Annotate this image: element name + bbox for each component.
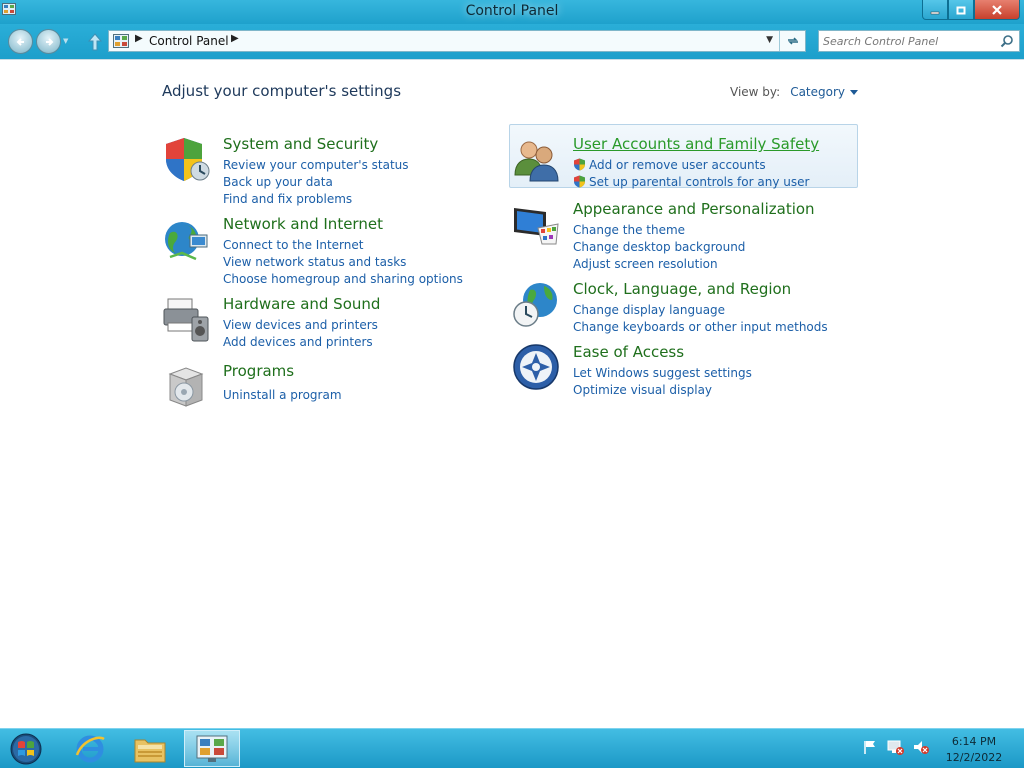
link-keyboards-input[interactable]: Change keyboards or other input methods — [573, 319, 828, 336]
action-center-flag-icon[interactable] — [862, 739, 878, 755]
title-bar[interactable]: Control Panel — [0, 0, 1024, 24]
link-homegroup-sharing[interactable]: Choose homegroup and sharing options — [223, 271, 463, 288]
window-title: Control Panel — [465, 3, 559, 19]
close-icon — [992, 4, 1002, 15]
category-title[interactable]: System and Security — [223, 135, 378, 153]
category-title[interactable]: Ease of Access — [573, 343, 684, 361]
restore-icon — [956, 6, 966, 14]
category-links: Change the theme Change desktop backgrou… — [573, 222, 745, 273]
start-orb-icon[interactable] — [4, 731, 48, 767]
back-arrow-icon — [16, 37, 24, 46]
close-button[interactable] — [974, 0, 1020, 20]
file-explorer-icon — [134, 739, 166, 762]
breadcrumb-arrow-icon[interactable]: ▶ — [231, 33, 239, 44]
category-links: Change display language Change keyboards… — [573, 302, 828, 336]
link-add-remove-accounts[interactable]: Add or remove user accounts — [573, 157, 809, 174]
internet-explorer-icon — [75, 735, 105, 762]
view-by-label: View by: — [730, 85, 781, 99]
clock-date: 12/2/2022 — [945, 751, 1003, 764]
shield-icon[interactable] — [162, 135, 210, 183]
link-network-status[interactable]: View network status and tasks — [223, 254, 463, 271]
link-review-status[interactable]: Review your computer's status — [223, 157, 409, 174]
link-parental-controls[interactable]: Set up parental controls for any user — [573, 174, 809, 191]
ease-of-access-icon[interactable] — [512, 343, 560, 391]
taskbar-file-explorer[interactable] — [122, 730, 178, 767]
recent-pages-dropdown[interactable]: ▼ — [63, 37, 68, 45]
link-uninstall-program[interactable]: Uninstall a program — [223, 387, 342, 404]
dropdown-caret-icon[interactable] — [850, 90, 859, 95]
uac-shield-icon — [574, 158, 585, 171]
category-links: View devices and printers Add devices an… — [223, 317, 378, 351]
globe-clock-icon[interactable] — [512, 280, 560, 328]
link-suggest-settings[interactable]: Let Windows suggest settings — [573, 365, 752, 382]
clock-time: 6:14 PM — [951, 735, 997, 748]
window-controls — [922, 0, 1020, 20]
view-by: View by: Category — [730, 85, 859, 99]
link-back-up-data[interactable]: Back up your data — [223, 174, 409, 191]
link-screen-resolution[interactable]: Adjust screen resolution — [573, 256, 745, 273]
navigation-bar: ▼ ▶ Control Panel ▶ ▼ — [0, 24, 1024, 59]
category-links: Connect to the Internet View network sta… — [223, 237, 463, 288]
network-globe-icon[interactable] — [162, 215, 210, 263]
link-change-theme[interactable]: Change the theme — [573, 222, 745, 239]
link-connect-internet[interactable]: Connect to the Internet — [223, 237, 463, 254]
forward-arrow-icon — [45, 37, 53, 46]
forward-button[interactable] — [36, 29, 61, 54]
category-title[interactable]: Network and Internet — [223, 215, 383, 233]
refresh-button[interactable] — [779, 31, 805, 51]
taskbar-clock[interactable]: 6:14 PM 12/2/2022 — [944, 734, 1004, 766]
search-input[interactable] — [823, 33, 995, 49]
link-display-language[interactable]: Change display language — [573, 302, 828, 319]
users-icon[interactable] — [512, 135, 560, 183]
programs-box-icon[interactable] — [162, 362, 210, 410]
network-disconnected-icon[interactable] — [886, 739, 904, 755]
page-heading: Adjust your computer's settings — [162, 82, 402, 100]
uac-shield-icon — [574, 175, 585, 188]
category-links: Review your computer's status Back up yo… — [223, 157, 409, 208]
link-desktop-background[interactable]: Change desktop background — [573, 239, 745, 256]
control-panel-icon — [113, 34, 129, 48]
address-bar[interactable]: ▶ Control Panel ▶ ▼ — [108, 30, 806, 52]
category-title[interactable]: Clock, Language, and Region — [573, 280, 791, 298]
refresh-icon — [787, 37, 798, 45]
category-title[interactable]: Appearance and Personalization — [573, 200, 815, 218]
view-by-dropdown[interactable]: Category — [790, 85, 845, 99]
link-optimize-display[interactable]: Optimize visual display — [573, 382, 752, 399]
taskbar-control-panel[interactable] — [184, 730, 240, 767]
breadcrumb-control-panel[interactable]: Control Panel — [149, 34, 229, 48]
category-title[interactable]: Hardware and Sound — [223, 295, 380, 313]
volume-muted-icon[interactable] — [912, 739, 930, 755]
taskbar-internet-explorer[interactable] — [62, 730, 118, 767]
control-panel-icon — [196, 735, 228, 762]
category-links: Uninstall a program — [223, 387, 342, 404]
system-tray — [862, 739, 930, 755]
monitor-palette-icon[interactable] — [512, 200, 560, 248]
search-icon[interactable] — [1000, 34, 1014, 48]
address-dropdown-icon[interactable]: ▼ — [766, 35, 773, 45]
category-title[interactable]: User Accounts and Family Safety — [573, 135, 819, 153]
link-view-devices[interactable]: View devices and printers — [223, 317, 378, 334]
restore-button[interactable] — [948, 0, 974, 20]
link-label: Add or remove user accounts — [589, 158, 766, 172]
link-label: Set up parental controls for any user — [589, 175, 810, 189]
minimize-icon — [930, 11, 940, 14]
breadcrumb-arrow-icon[interactable]: ▶ — [135, 33, 143, 44]
back-button[interactable] — [8, 29, 33, 54]
minimize-button[interactable] — [922, 0, 948, 20]
category-title[interactable]: Programs — [223, 362, 294, 380]
link-add-devices[interactable]: Add devices and printers — [223, 334, 378, 351]
printer-speaker-icon[interactable] — [162, 295, 210, 343]
content-area: Adjust your computer's settings View by:… — [0, 59, 1024, 728]
category-links: Add or remove user accounts Set up paren… — [573, 157, 809, 191]
up-arrow-icon[interactable] — [87, 32, 103, 52]
category-links: Let Windows suggest settings Optimize vi… — [573, 365, 752, 399]
search-box — [818, 30, 1020, 52]
taskbar: 6:14 PM 12/2/2022 — [0, 728, 1024, 768]
link-find-fix-problems[interactable]: Find and fix problems — [223, 191, 409, 208]
